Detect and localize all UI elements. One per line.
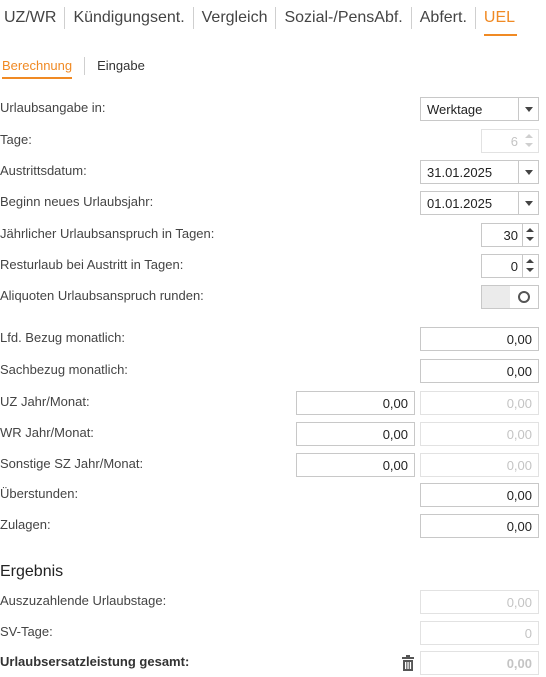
chevron-down-icon[interactable] <box>518 98 538 120</box>
urlaubsangabe-value: Werktage <box>427 102 483 117</box>
tab-kuendigungsent[interactable]: Kündigungsent. <box>65 7 194 29</box>
row-ueberstunden: Überstunden: 0,00 <box>0 483 546 507</box>
resturlaub-stepper[interactable]: 0 <box>481 254 539 278</box>
aliquot-label: Aliquoten Urlaubsanspruch runden: <box>0 288 204 303</box>
jaehrlich-label: Jährlicher Urlaubsanspruch in Tagen: <box>0 226 215 241</box>
ueberstunden-input[interactable]: 0,00 <box>420 483 539 507</box>
row-sachbezug: Sachbezug monatlich: 0,00 <box>0 359 546 383</box>
sv-tage-output: 0 <box>420 621 539 645</box>
urlaubstage-output: 0,00 <box>420 590 539 614</box>
row-jaehrlich: Jährlicher Urlaubsanspruch in Tagen: 30 <box>0 223 546 247</box>
sub-tab-bar: Berechnung Eingabe <box>0 56 157 79</box>
resturlaub-value: 0 <box>510 259 518 274</box>
ueberstunden-label: Überstunden: <box>0 486 79 501</box>
lfd-label: Lfd. Bezug monatlich: <box>0 330 126 345</box>
row-uz: UZ Jahr/Monat: 0,00 0,00 <box>0 391 546 415</box>
tage-stepper: 6 <box>481 129 539 153</box>
sachbezug-label: Sachbezug monatlich: <box>0 362 128 377</box>
wr-label: WR Jahr/Monat: <box>0 425 94 440</box>
trash-icon[interactable] <box>401 655 415 671</box>
row-tage: Tage: 6 <box>0 129 546 153</box>
ergebnis-heading: Ergebnis <box>0 563 64 580</box>
row-beginn: Beginn neues Urlaubsjahr: 01.01.2025 <box>0 191 546 215</box>
tab-sozial-pensabf[interactable]: Sozial-/PensAbf. <box>276 7 412 29</box>
beginn-value: 01.01.2025 <box>427 196 493 211</box>
austrittsdatum-value: 31.01.2025 <box>427 165 493 180</box>
wr-year-input[interactable]: 0,00 <box>296 422 415 446</box>
sachbezug-input[interactable]: 0,00 <box>420 359 539 383</box>
chevron-down-icon[interactable] <box>518 161 538 183</box>
tage-value: 6 <box>510 134 518 149</box>
zulagen-input[interactable]: 0,00 <box>420 514 539 538</box>
wr-month-input: 0,00 <box>420 422 539 446</box>
row-sonstige-sz: Sonstige SZ Jahr/Monat: 0,00 0,00 <box>0 453 546 477</box>
gesamt-output: 0,00 <box>420 651 539 675</box>
spin-down-icon[interactable] <box>526 237 534 241</box>
sonstige-label: Sonstige SZ Jahr/Monat: <box>0 456 144 471</box>
spin-down-icon <box>525 143 533 147</box>
tage-label: Tage: <box>0 132 32 147</box>
gesamt-label: Urlaubsersatzleistung gesamt: <box>0 654 190 669</box>
tab-vergleich[interactable]: Vergleich <box>194 7 277 29</box>
tab-uel[interactable]: UEL <box>476 7 523 36</box>
row-urlaubsangabe: Urlaubsangabe in: Werktage <box>0 97 546 121</box>
toggle-knob-icon <box>518 291 530 303</box>
jaehrlich-stepper[interactable]: 30 <box>481 223 539 247</box>
spin-up-icon <box>525 134 533 138</box>
austrittsdatum-picker[interactable]: 31.01.2025 <box>420 160 539 184</box>
tab-uz-wr[interactable]: UZ/WR <box>0 7 66 29</box>
tab-abfert[interactable]: Abfert. <box>412 7 476 29</box>
row-austrittsdatum: Austrittsdatum: 31.01.2025 <box>0 160 546 184</box>
row-lfd-bezug: Lfd. Bezug monatlich: 0,00 <box>0 327 546 351</box>
resturlaub-label: Resturlaub bei Austritt in Tagen: <box>0 257 184 272</box>
row-resturlaub: Resturlaub bei Austritt in Tagen: 0 <box>0 254 546 278</box>
aliquot-toggle[interactable] <box>481 285 539 309</box>
top-tab-bar: UZ/WR Kündigungsent. Vergleich Sozial-/P… <box>0 0 546 36</box>
urlaubsangabe-select[interactable]: Werktage <box>420 97 539 121</box>
chevron-down-icon[interactable] <box>518 192 538 214</box>
austrittsdatum-label: Austrittsdatum: <box>0 163 87 178</box>
spin-down-icon[interactable] <box>526 268 534 272</box>
tab-berechnung[interactable]: Berechnung <box>0 57 86 79</box>
row-gesamt: Urlaubsersatzleistung gesamt: 0,00 <box>0 651 546 675</box>
tab-eingabe[interactable]: Eingabe <box>85 57 157 75</box>
row-sv-tage: SV-Tage: 0 <box>0 621 546 645</box>
spin-up-icon[interactable] <box>526 259 534 263</box>
spin-up-icon[interactable] <box>526 228 534 232</box>
beginn-label: Beginn neues Urlaubsjahr: <box>0 194 154 209</box>
row-wr: WR Jahr/Monat: 0,00 0,00 <box>0 422 546 446</box>
uz-month-input: 0,00 <box>420 391 539 415</box>
uz-label: UZ Jahr/Monat: <box>0 394 90 409</box>
beginn-picker[interactable]: 01.01.2025 <box>420 191 539 215</box>
jaehrlich-value: 30 <box>503 228 518 243</box>
lfd-input[interactable]: 0,00 <box>420 327 539 351</box>
urlaubstage-label: Auszuzahlende Urlaubstage: <box>0 593 167 608</box>
sv-tage-label: SV-Tage: <box>0 624 53 639</box>
row-aliquot: Aliquoten Urlaubsanspruch runden: <box>0 285 546 309</box>
sonstige-month-input: 0,00 <box>420 453 539 477</box>
row-zulagen: Zulagen: 0,00 <box>0 514 546 538</box>
uz-year-input[interactable]: 0,00 <box>296 391 415 415</box>
zulagen-label: Zulagen: <box>0 517 51 532</box>
row-urlaubstage: Auszuzahlende Urlaubstage: 0,00 <box>0 590 546 614</box>
sonstige-year-input[interactable]: 0,00 <box>296 453 415 477</box>
urlaubsangabe-label: Urlaubsangabe in: <box>0 100 106 115</box>
